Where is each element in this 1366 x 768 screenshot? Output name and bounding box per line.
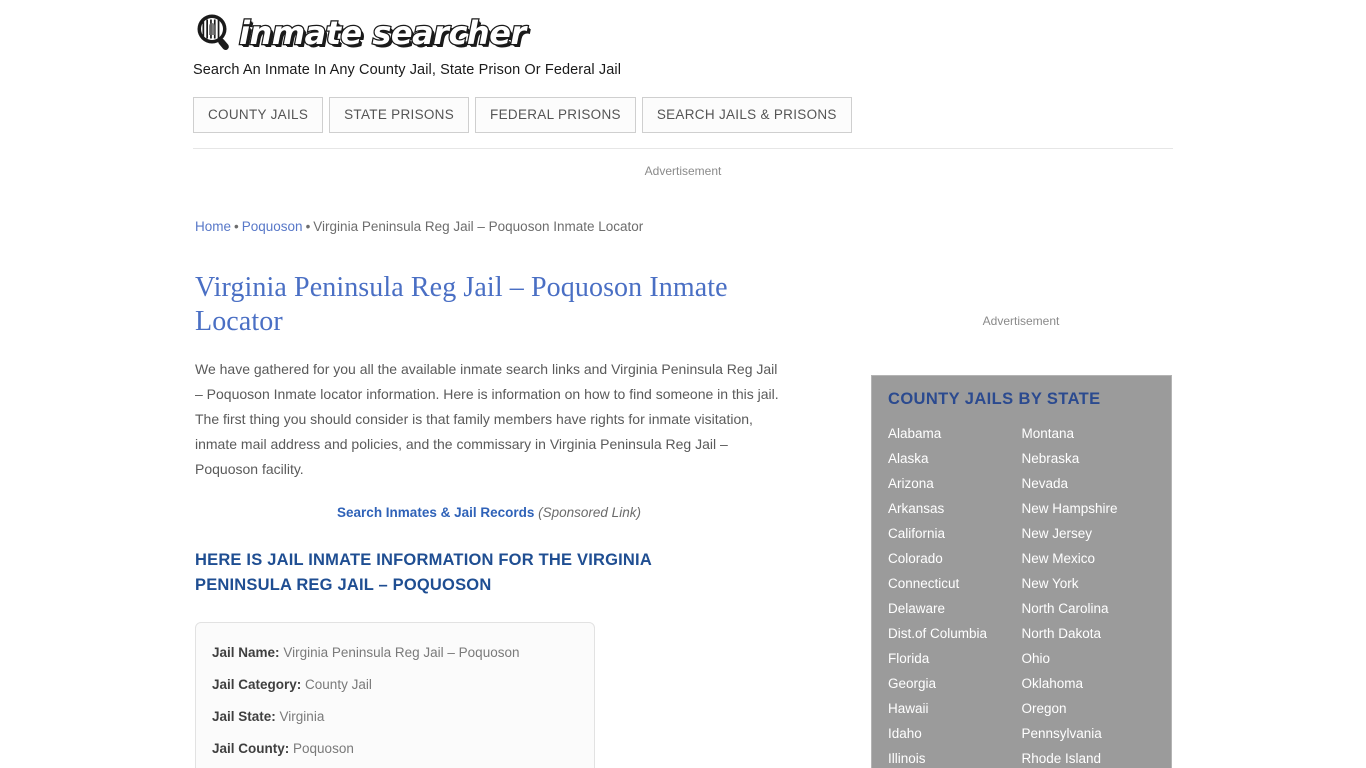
info-value-jail-name: Virginia Peninsula Reg Jail – Poquoson (283, 645, 520, 660)
state-link-ohio[interactable]: Ohio (1022, 646, 1156, 671)
site-logo-text: inmate searcher (238, 13, 528, 54)
state-link-new-york[interactable]: New York (1022, 571, 1156, 596)
table-row: Jail State: Virginia (212, 701, 578, 733)
info-label-jail-category: Jail Category: (212, 677, 302, 692)
magnifier-jail-icon (193, 12, 235, 54)
site-header: inmate searcher Search An Inmate In Any … (193, 10, 1173, 78)
widget-title: COUNTY JAILS BY STATE (888, 390, 1101, 408)
table-row: Jail Category: County Jail (212, 669, 578, 701)
state-link-florida[interactable]: Florida (888, 646, 1022, 671)
state-link-arizona[interactable]: Arizona (888, 471, 1022, 496)
state-link-alabama[interactable]: Alabama (888, 421, 1022, 446)
nav-item-county-jails[interactable]: COUNTY JAILS (193, 97, 324, 133)
info-value-jail-state: Virginia (279, 709, 325, 724)
nav-item-state-prisons[interactable]: STATE PRISONS (329, 97, 470, 133)
state-link-delaware[interactable]: Delaware (888, 596, 1022, 621)
sidebar-advertisement-label: Advertisement (982, 314, 1060, 328)
main-navigation: COUNTY JAILS STATE PRISONS FEDERAL PRISO… (193, 97, 852, 133)
sponsored-link-note: (Sponsored Link) (538, 505, 641, 520)
state-link-north-dakota[interactable]: North Dakota (1022, 621, 1156, 646)
state-link-nebraska[interactable]: Nebraska (1022, 446, 1156, 471)
info-label-jail-name: Jail Name: (212, 645, 280, 660)
state-link-connecticut[interactable]: Connecticut (888, 571, 1022, 596)
breadcrumb: Home • Poquoson • Virginia Peninsula Reg Jai… (195, 218, 795, 236)
state-link-dist-of-columbia[interactable]: Dist.of Columbia (888, 621, 1022, 646)
search-inmates-records-link[interactable]: Search Inmates & Jail Records (337, 505, 534, 520)
state-link-arkansas[interactable]: Arkansas (888, 496, 1022, 521)
top-advertisement-label: Advertisement (644, 164, 722, 178)
state-link-alaska[interactable]: Alaska (888, 446, 1022, 471)
jail-info-box: Jail Name: Virginia Peninsula Reg Jail –… (195, 622, 595, 768)
breadcrumb-link-county[interactable]: Poquoson (242, 219, 303, 234)
breadcrumb-current: Virginia Peninsula Reg Jail – Poquoson I… (313, 219, 644, 234)
page-title: Virginia Peninsula Reg Jail – Poquoson I… (195, 272, 728, 337)
state-link-columns: Alabama Alaska Arizona Arkansas California Co… (888, 421, 1155, 768)
nav-item-federal-prisons[interactable]: FEDERAL PRISONS (475, 97, 636, 133)
state-link-colorado[interactable]: Colorado (888, 546, 1022, 571)
county-jails-by-state-widget: COUNTY JAILS BY STATE Alabama Alaska Arizo… (871, 375, 1172, 768)
state-link-nevada[interactable]: Nevada (1022, 471, 1156, 496)
state-link-california[interactable]: California (888, 521, 1022, 546)
state-link-pennsylvania[interactable]: Pennsylvania (1022, 721, 1156, 746)
table-row: Jail Name: Virginia Peninsula Reg Jail –… (212, 637, 578, 669)
state-link-oregon[interactable]: Oregon (1022, 696, 1156, 721)
sidebar: COUNTY JAILS BY STATE Alabama Alaska Arizo… (871, 375, 1172, 768)
site-tagline: Search An Inmate In Any County Jail, Sta… (193, 62, 622, 78)
page-root: inmate searcher Search An Inmate In Any … (0, 0, 1366, 768)
state-column-1: Alabama Alaska Arizona Arkansas California Co… (888, 421, 1022, 768)
page-intro-text: We have gathered for you all the availab… (195, 361, 779, 477)
sponsored-link-row: Search Inmates & Jail Records (Sponsored… (195, 504, 783, 522)
state-link-georgia[interactable]: Georgia (888, 671, 1022, 696)
breadcrumb-separator-2: • (305, 219, 311, 234)
section-heading: HERE IS JAIL INMATE INFORMATION FOR THE … (195, 551, 652, 594)
nav-item-search-jails-prisons[interactable]: SEARCH JAILS & PRISONS (641, 97, 852, 133)
breadcrumb-separator-1: • (234, 219, 239, 234)
state-link-new-hampshire[interactable]: New Hampshire (1022, 496, 1156, 521)
table-row: Jail County: Poquoson (212, 733, 578, 765)
state-link-idaho[interactable]: Idaho (888, 721, 1022, 746)
info-label-jail-county: Jail County: (212, 741, 290, 756)
state-link-illinois[interactable]: Illinois (888, 746, 1022, 768)
nav-divider (193, 148, 1173, 149)
state-link-montana[interactable]: Montana (1022, 421, 1156, 446)
info-label-jail-state: Jail State: (212, 709, 276, 724)
state-link-new-mexico[interactable]: New Mexico (1022, 546, 1156, 571)
state-link-new-jersey[interactable]: New Jersey (1022, 521, 1156, 546)
site-logo[interactable]: inmate searcher (193, 10, 1173, 56)
state-link-oklahoma[interactable]: Oklahoma (1022, 671, 1156, 696)
state-column-2: Montana Nebraska Nevada New Hampshire New Je… (1022, 421, 1156, 768)
state-link-north-carolina[interactable]: North Carolina (1022, 596, 1156, 621)
main-content: Home • Poquoson • Virginia Peninsula Reg Jai… (195, 218, 795, 768)
state-link-rhode-island[interactable]: Rhode Island (1022, 746, 1156, 768)
info-value-jail-category: County Jail (305, 677, 372, 692)
state-link-hawaii[interactable]: Hawaii (888, 696, 1022, 721)
breadcrumb-link-home[interactable]: Home (195, 219, 231, 234)
info-value-jail-county: Poquoson (293, 741, 354, 756)
